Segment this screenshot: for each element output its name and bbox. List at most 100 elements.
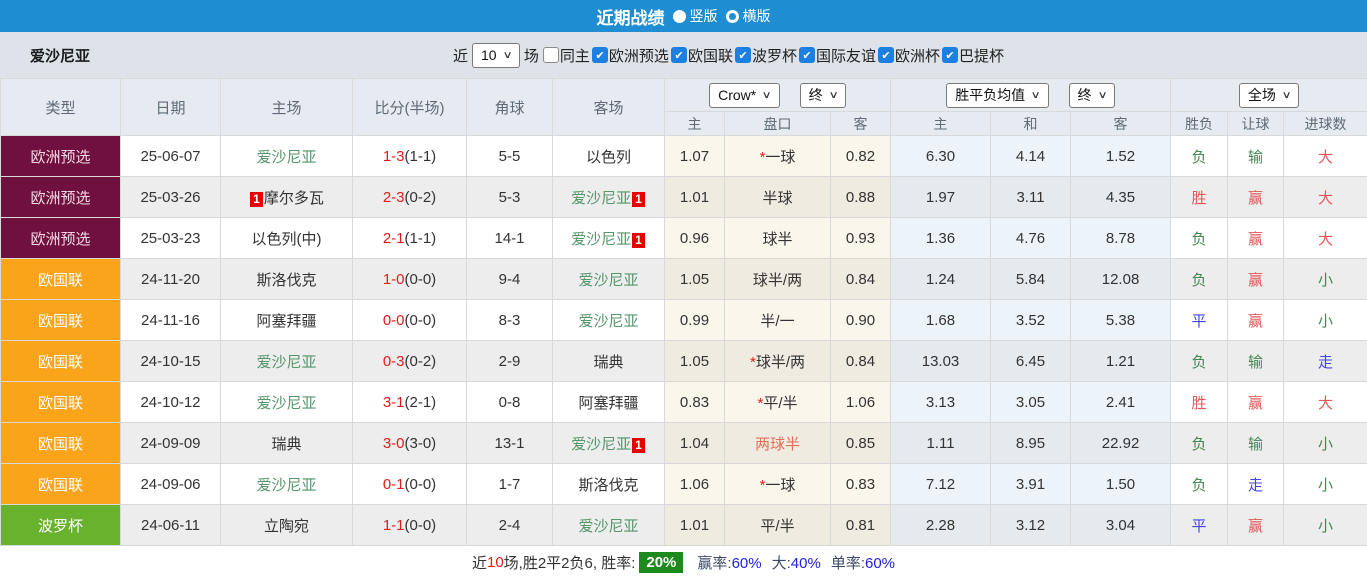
cell-odds-home: 0.99 [665,300,725,341]
summary-mid: 场,胜2平2负6, 胜率: [504,552,636,573]
filter-item: ✔欧洲预选 [592,45,669,66]
cell-goals-result: 小 [1284,259,1367,300]
cell-corner: 2-9 [467,341,553,382]
cell-avg-away: 12.08 [1071,259,1171,300]
filter-item: 同主 [543,45,590,66]
checkbox-checked-icon[interactable]: ✔ [878,47,894,63]
odds-period-select-2[interactable]: 终 ∨ [1069,83,1115,108]
fulltime-score: 1-0 [383,271,405,288]
league-filters: 同主✔欧洲预选✔欧国联✔波罗杯✔国际友谊✔欧洲杯✔巴提杯 [543,45,1004,66]
cell-result: 平 [1171,505,1228,546]
cell-goals-result: 走 [1284,341,1367,382]
cell-handicap: 球半/两 [725,259,831,300]
cell-score: 2-1(1-1) [353,218,467,259]
cell-avg-home: 13.03 [891,341,991,382]
cell-let-result: 赢 [1228,382,1284,423]
fulltime-score: 3-0 [383,435,405,452]
recent-count-select[interactable]: 10 ∨ [472,43,520,68]
stat-label: 大: [772,555,791,572]
cell-odds-home: 1.06 [665,464,725,505]
checkbox-checked-icon[interactable]: ✔ [592,47,608,63]
results-tbody: 欧洲预选 25-06-07 爱沙尼亚 1-3(1-1) 5-5 以色列 1.07… [1,136,1367,546]
cell-avg-home: 1.97 [891,177,991,218]
away-team: 爱沙尼亚 [578,272,638,289]
fulltime-score: 3-1 [383,394,405,411]
cell-date: 25-06-07 [121,136,221,177]
scope-select[interactable]: 全场 ∨ [1239,83,1299,108]
handicap-text: 球半 [762,231,792,248]
checkbox-checked-icon[interactable]: ✔ [735,47,751,63]
filter-label: 国际友谊 [816,45,876,66]
cell-odds-home: 1.01 [665,177,725,218]
avg-odds-select[interactable]: 胜平负均值 ∨ [946,83,1048,108]
fulltime-score: 1-3 [383,148,405,165]
sub-header-avg-away: 客 [1071,112,1171,136]
cell-odds-home: 0.83 [665,382,725,423]
cell-goals-result: 大 [1284,136,1367,177]
cell-away: 爱沙尼亚 [553,259,665,300]
red-card-badge: 1 [632,192,645,207]
handicap-text: 一球 [765,149,795,166]
cell-let-result: 赢 [1228,259,1284,300]
cell-type: 欧国联 [1,300,121,341]
table-row: 欧国联 24-10-15 爱沙尼亚 0-3(0-2) 2-9 瑞典 1.05 *… [1,341,1367,382]
cell-let-result: 输 [1228,136,1284,177]
footer-stat: 大:40% [772,555,821,572]
cell-handicap: 半球 [725,177,831,218]
cell-corner: 9-4 [467,259,553,300]
cell-goals-result: 大 [1284,382,1367,423]
fulltime-score: 0-1 [383,476,405,493]
cell-corner: 5-3 [467,177,553,218]
stat-value: 60% [865,555,895,572]
cell-result: 负 [1171,218,1228,259]
filter-item: ✔巴提杯 [942,45,1004,66]
filter-bar: 爱沙尼亚 近 10 ∨ 场 同主✔欧洲预选✔欧国联✔波罗杯✔国际友谊✔欧洲杯✔巴… [0,32,1367,78]
radio-vertical[interactable]: 竖版 [673,6,718,26]
checkbox-checked-icon[interactable]: ✔ [799,47,815,63]
cell-goals-result: 大 [1284,177,1367,218]
home-team: 摩尔多瓦 [264,190,324,207]
chevron-down-icon: ∨ [1097,87,1107,104]
cell-avg-draw: 3.11 [991,177,1071,218]
chevron-down-icon: ∨ [762,87,772,104]
cell-avg-away: 8.78 [1071,218,1171,259]
cell-type: 波罗杯 [1,505,121,546]
checkbox-checked-icon[interactable]: ✔ [671,47,687,63]
summary-prefix: 近 [472,552,487,573]
odds-period-select-1[interactable]: 终 ∨ [800,83,846,108]
cell-avg-home: 7.12 [891,464,991,505]
chevron-down-icon: ∨ [828,87,838,104]
checkbox-checked-icon[interactable]: ✔ [942,47,958,63]
cell-goals-result: 大 [1284,218,1367,259]
cell-type: 欧国联 [1,423,121,464]
cell-date: 24-06-11 [121,505,221,546]
radio-vertical-label: 竖版 [690,6,718,26]
away-team: 阿塞拜疆 [578,395,638,412]
table-row: 欧洲预选 25-06-07 爱沙尼亚 1-3(1-1) 5-5 以色列 1.07… [1,136,1367,177]
cell-avg-home: 1.11 [891,423,991,464]
checkbox-unchecked-icon[interactable] [543,47,559,63]
cell-handicap: *平/半 [725,382,831,423]
cell-avg-draw: 3.52 [991,300,1071,341]
radio-horizontal[interactable]: 横版 [726,6,771,26]
handicap-text: 平/半 [763,395,797,412]
cell-handicap: *一球 [725,136,831,177]
filter-controls: 近 10 ∨ 场 同主✔欧洲预选✔欧国联✔波罗杯✔国际友谊✔欧洲杯✔巴提杯 [363,43,1004,68]
away-team: 爱沙尼亚 [571,190,631,207]
filter-item: ✔欧国联 [671,45,733,66]
cell-let-result: 走 [1228,464,1284,505]
cell-type: 欧洲预选 [1,177,121,218]
matches-label: 场 [524,45,539,66]
cell-handicap: 球半 [725,218,831,259]
odds-company-select[interactable]: Crow* ∨ [709,83,779,108]
sub-header-result: 胜负 [1171,112,1228,136]
handicap-text: 两球半 [755,436,800,453]
table-row: 欧国联 24-09-09 瑞典 3-0(3-0) 13-1 爱沙尼亚1 1.04… [1,423,1367,464]
cell-avg-away: 4.35 [1071,177,1171,218]
cell-goals-result: 小 [1284,423,1367,464]
cell-handicap: *球半/两 [725,341,831,382]
cell-let-result: 输 [1228,423,1284,464]
cell-odds-home: 1.01 [665,505,725,546]
away-team: 爱沙尼亚 [571,231,631,248]
cell-avg-draw: 3.91 [991,464,1071,505]
